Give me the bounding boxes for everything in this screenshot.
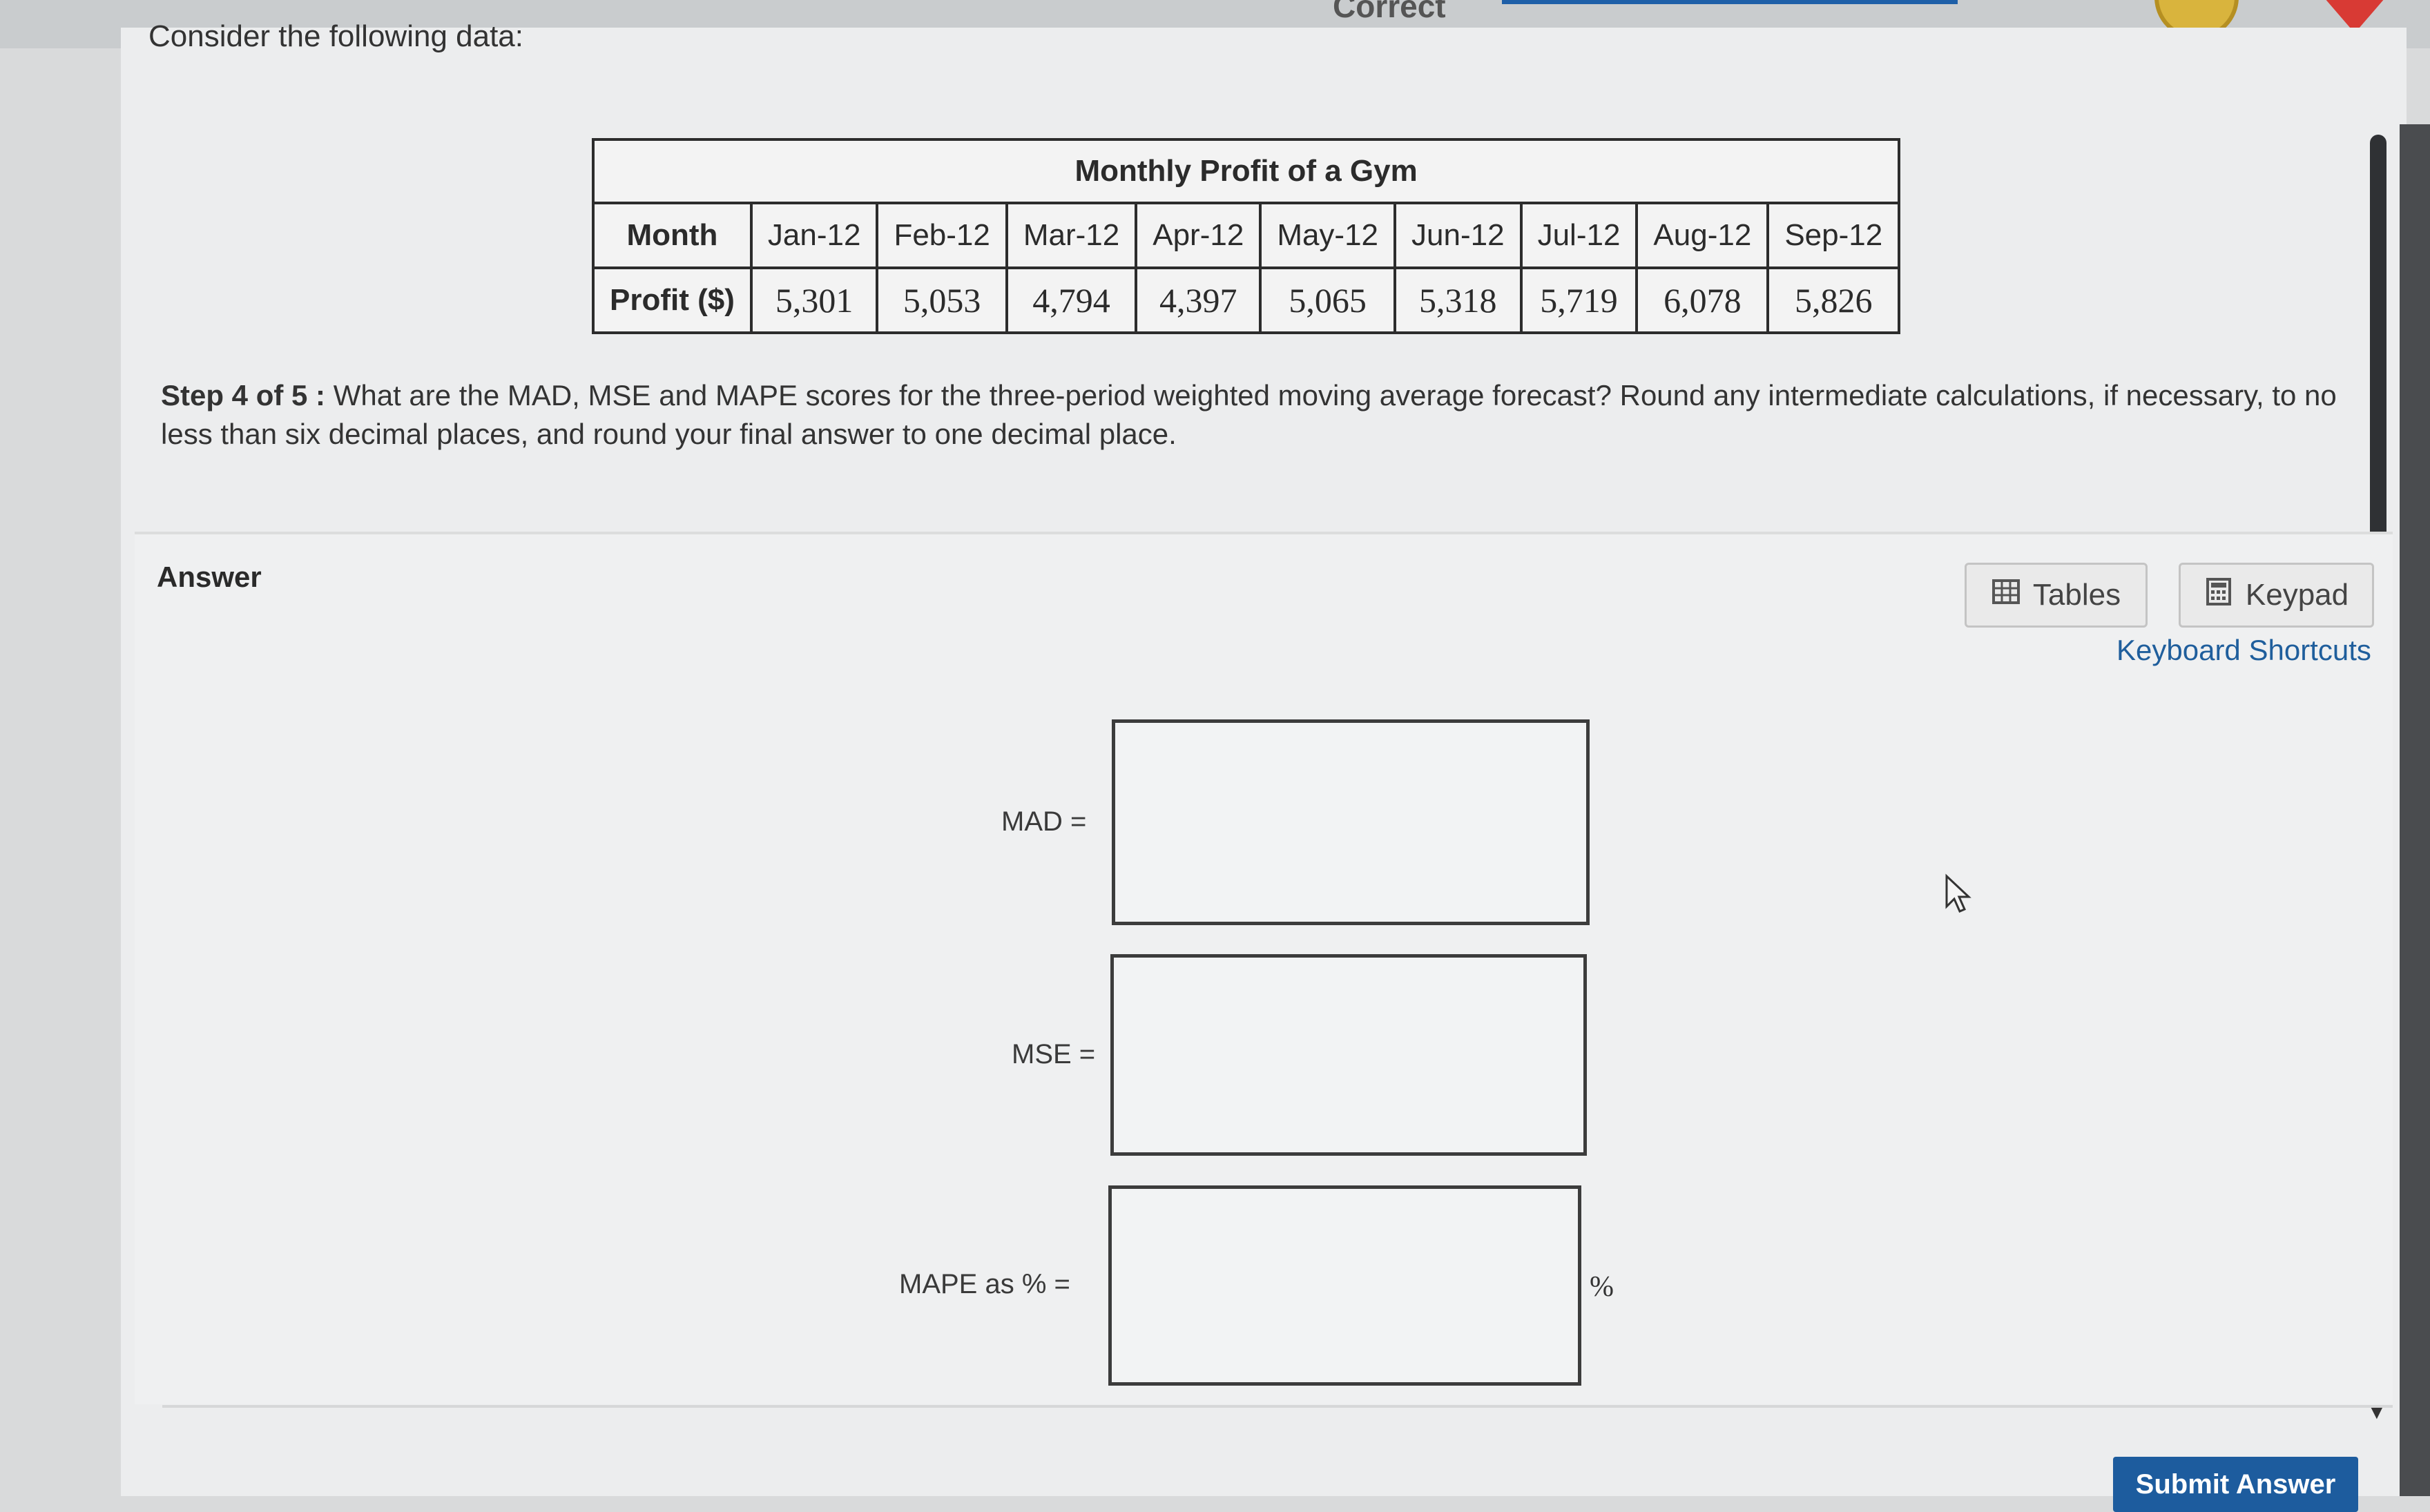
table-grid-icon <box>1992 577 2021 614</box>
mape-input[interactable] <box>1108 1185 1581 1386</box>
month-cell: Mar-12 <box>1005 202 1138 269</box>
table-row: Profit ($) 5,301 5,053 4,794 4,397 5,065… <box>592 266 1901 334</box>
calculator-icon <box>2204 577 2233 614</box>
row-header-month: Month <box>592 202 753 269</box>
month-cell: Apr-12 <box>1135 202 1262 269</box>
profit-cell: 5,065 <box>1259 266 1397 334</box>
section-divider <box>162 1405 2393 1408</box>
month-cell: Jul-12 <box>1519 202 1639 269</box>
profit-cell: 5,719 <box>1519 266 1639 334</box>
tables-button-label: Tables <box>2032 578 2121 612</box>
month-cell: Sep-12 <box>1766 202 1901 269</box>
step-instructions: Step 4 of 5 : What are the MAD, MSE and … <box>161 376 2343 454</box>
month-cell: Jan-12 <box>749 202 879 269</box>
step-question: What are the MAD, MSE and MAPE scores fo… <box>161 379 2337 450</box>
answer-heading: Answer <box>157 561 262 593</box>
profit-cell: 4,794 <box>1005 266 1138 334</box>
mad-input[interactable] <box>1112 719 1590 925</box>
profit-table: Monthly Profit of a Gym Month Jan-12 Feb… <box>591 138 1901 334</box>
question-intro: Consider the following data: <box>148 19 523 53</box>
month-cell: Aug-12 <box>1635 202 1770 269</box>
submit-answer-button[interactable]: Submit Answer <box>2113 1457 2358 1512</box>
row-header-profit: Profit ($) <box>592 266 753 334</box>
mouse-pointer-icon <box>1944 873 1971 915</box>
status-correct-label: Correct <box>1333 0 1446 24</box>
month-cell: Jun-12 <box>1394 202 1523 269</box>
mape-label: MAPE as % = <box>899 1269 1070 1299</box>
profit-cell: 5,301 <box>749 266 879 334</box>
mse-input[interactable] <box>1110 954 1587 1156</box>
tables-button[interactable]: Tables <box>1965 563 2148 628</box>
keypad-button[interactable]: Keypad <box>2179 563 2374 628</box>
top-tab-indicator <box>1502 0 1958 4</box>
month-cell: Feb-12 <box>876 202 1008 269</box>
profit-cell: 5,318 <box>1394 266 1523 334</box>
profit-cell: 4,397 <box>1135 266 1262 334</box>
table-row: Month Jan-12 Feb-12 Mar-12 Apr-12 May-12… <box>592 202 1901 269</box>
step-label: Step 4 of 5 : <box>161 379 326 411</box>
scrollbar-track[interactable] <box>2400 124 2430 1496</box>
month-cell: May-12 <box>1259 202 1397 269</box>
keypad-button-label: Keypad <box>2245 578 2349 612</box>
profit-cell: 6,078 <box>1635 266 1770 334</box>
table-title: Monthly Profit of a Gym <box>591 138 1901 204</box>
mse-label: MSE = <box>1012 1039 1096 1069</box>
profit-cell: 5,053 <box>876 266 1008 334</box>
keyboard-shortcuts-link[interactable]: Keyboard Shortcuts <box>2116 634 2371 667</box>
percent-suffix: % <box>1590 1271 1614 1303</box>
profit-cell: 5,826 <box>1766 266 1901 334</box>
mad-label: MAD = <box>1001 806 1087 837</box>
